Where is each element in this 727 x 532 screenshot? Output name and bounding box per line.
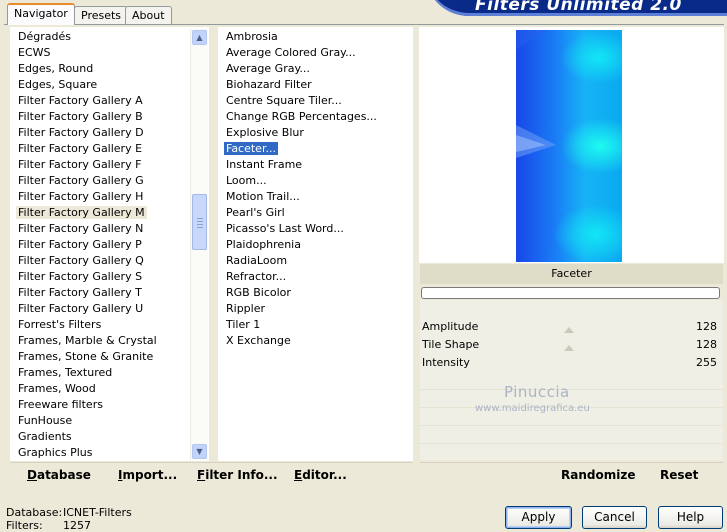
param-amplitude[interactable]: Amplitude 128 (420, 318, 723, 335)
list-item[interactable]: Instant Frame (218, 157, 302, 173)
database-label: Database: (6, 506, 63, 519)
param-value: 255 (696, 356, 717, 369)
list-item[interactable]: ECWS (10, 45, 51, 61)
list-item[interactable]: Frames, Stone & Granite (10, 349, 153, 365)
import-button[interactable]: Import... (118, 468, 177, 482)
progress-bar (421, 287, 720, 299)
list-item[interactable]: Filter Factory Gallery T (10, 285, 142, 301)
database-button[interactable]: Database (27, 468, 91, 482)
list-item[interactable]: Loom... (218, 173, 267, 189)
list-item[interactable]: Filter Factory Gallery B (10, 109, 143, 125)
param-label: Amplitude (422, 320, 479, 333)
list-item[interactable]: Centre Square Tiler... (218, 93, 342, 109)
list-item[interactable]: Filter Factory Gallery U (10, 301, 143, 317)
chevron-up-icon: ▲ (196, 33, 203, 42)
list-item[interactable]: Filter Factory Gallery P (10, 237, 142, 253)
filters-count-value: 1257 (63, 519, 91, 532)
param-intensity[interactable]: Intensity 255 (420, 354, 723, 371)
list-item[interactable]: Filter Factory Gallery M (10, 205, 147, 221)
randomize-button[interactable]: Randomize (561, 468, 635, 482)
list-item[interactable]: Edges, Round (10, 61, 93, 77)
scroll-down-button[interactable]: ▼ (192, 444, 207, 459)
tab-about[interactable]: About (125, 6, 172, 24)
param-label: Intensity (422, 356, 470, 369)
slider-marker-icon[interactable] (564, 327, 574, 333)
list-item[interactable]: Biohazard Filter (218, 77, 312, 93)
param-empty-row (420, 372, 723, 390)
list-item[interactable]: Explosive Blur (218, 125, 304, 141)
list-item[interactable]: Picasso's Last Word... (218, 221, 344, 237)
list-item[interactable]: Filter Factory Gallery H (10, 189, 143, 205)
list-item[interactable]: Filter Factory Gallery A (10, 93, 143, 109)
list-item[interactable]: Rippler (218, 301, 265, 317)
category-list[interactable]: Dégradés ECWS Edges, Round Edges, Square Fil… (10, 27, 209, 461)
list-item[interactable]: Faceter... (218, 141, 278, 157)
filter-list[interactable]: Ambrosia Average Colored Gray... Average G… (218, 27, 413, 461)
list-item[interactable]: Freeware filters (10, 397, 103, 413)
tab-panel-border (4, 24, 724, 25)
list-item[interactable]: Filter Factory Gallery F (10, 157, 141, 173)
list-item[interactable]: X Exchange (218, 333, 291, 349)
list-item[interactable]: Edges, Square (10, 77, 97, 93)
list-item[interactable]: RGB Bicolor (218, 285, 291, 301)
database-value: ICNET-Filters (63, 506, 132, 519)
list-item[interactable]: Refractor... (218, 269, 286, 285)
list-item[interactable]: Filter Factory Gallery G (10, 173, 144, 189)
list-item[interactable]: Motion Trail... (218, 189, 300, 205)
watermark-url: www.maidiregrafica.eu (475, 403, 590, 414)
tab-presets[interactable]: Presets (74, 6, 129, 24)
list-item[interactable]: Change RGB Percentages... (218, 109, 377, 125)
list-item[interactable]: Filter Factory Gallery N (10, 221, 143, 237)
list-item[interactable]: Ambrosia (218, 29, 278, 45)
apply-button[interactable]: Apply (505, 506, 572, 529)
list-item[interactable]: Filter Factory Gallery D (10, 125, 144, 141)
list-item[interactable]: Frames, Textured (10, 365, 112, 381)
list-item[interactable]: Frames, Wood (10, 381, 96, 397)
list-item[interactable]: Plaidophrenia (218, 237, 301, 253)
list-item[interactable]: Filter Factory Gallery Q (10, 253, 144, 269)
param-empty-row (420, 426, 723, 444)
list-item[interactable]: Filter Factory Gallery S (10, 269, 142, 285)
param-label: Tile Shape (422, 338, 480, 351)
editor-button[interactable]: Editor... (294, 468, 347, 482)
reset-button[interactable]: Reset (660, 468, 698, 482)
list-item[interactable]: RadiaLoom (218, 253, 287, 269)
list-item[interactable]: Pearl's Girl (218, 205, 285, 221)
list-item[interactable]: Average Colored Gray... (218, 45, 356, 61)
filter-info-button[interactable]: Filter Info... (197, 468, 278, 482)
filters-count-label: Filters: (6, 519, 43, 532)
param-value: 128 (696, 320, 717, 333)
chevron-down-icon: ▼ (196, 447, 203, 456)
category-scrollbar[interactable]: ▲ ▼ (190, 29, 208, 460)
list-item[interactable]: Dégradés (10, 29, 71, 45)
scroll-up-button[interactable]: ▲ (192, 30, 207, 45)
list-item[interactable]: Gradients (10, 429, 72, 445)
list-item[interactable]: Graphics Plus (10, 445, 92, 461)
banner-title: Filters Unlimited 2.0 (475, 0, 682, 15)
tab-navigator[interactable]: Navigator (7, 3, 75, 25)
list-item[interactable]: FunHouse (10, 413, 72, 429)
help-button[interactable]: Help (658, 506, 723, 529)
list-item[interactable]: Tiler 1 (218, 317, 260, 333)
slider-marker-icon[interactable] (564, 345, 574, 351)
preview-image (516, 30, 622, 262)
selected-filter-name: Faceter (420, 264, 723, 284)
param-value: 128 (696, 338, 717, 351)
watermark-name: Pinuccia (504, 383, 570, 401)
list-item[interactable]: Forrest's Filters (10, 317, 101, 333)
list-item[interactable]: Frames, Marble & Crystal (10, 333, 157, 349)
cancel-button[interactable]: Cancel (582, 506, 647, 529)
list-item[interactable]: Filter Factory Gallery E (10, 141, 142, 157)
param-tile-shape[interactable]: Tile Shape 128 (420, 336, 723, 353)
scroll-thumb[interactable] (192, 194, 207, 250)
list-item[interactable]: Average Gray... (218, 61, 310, 77)
